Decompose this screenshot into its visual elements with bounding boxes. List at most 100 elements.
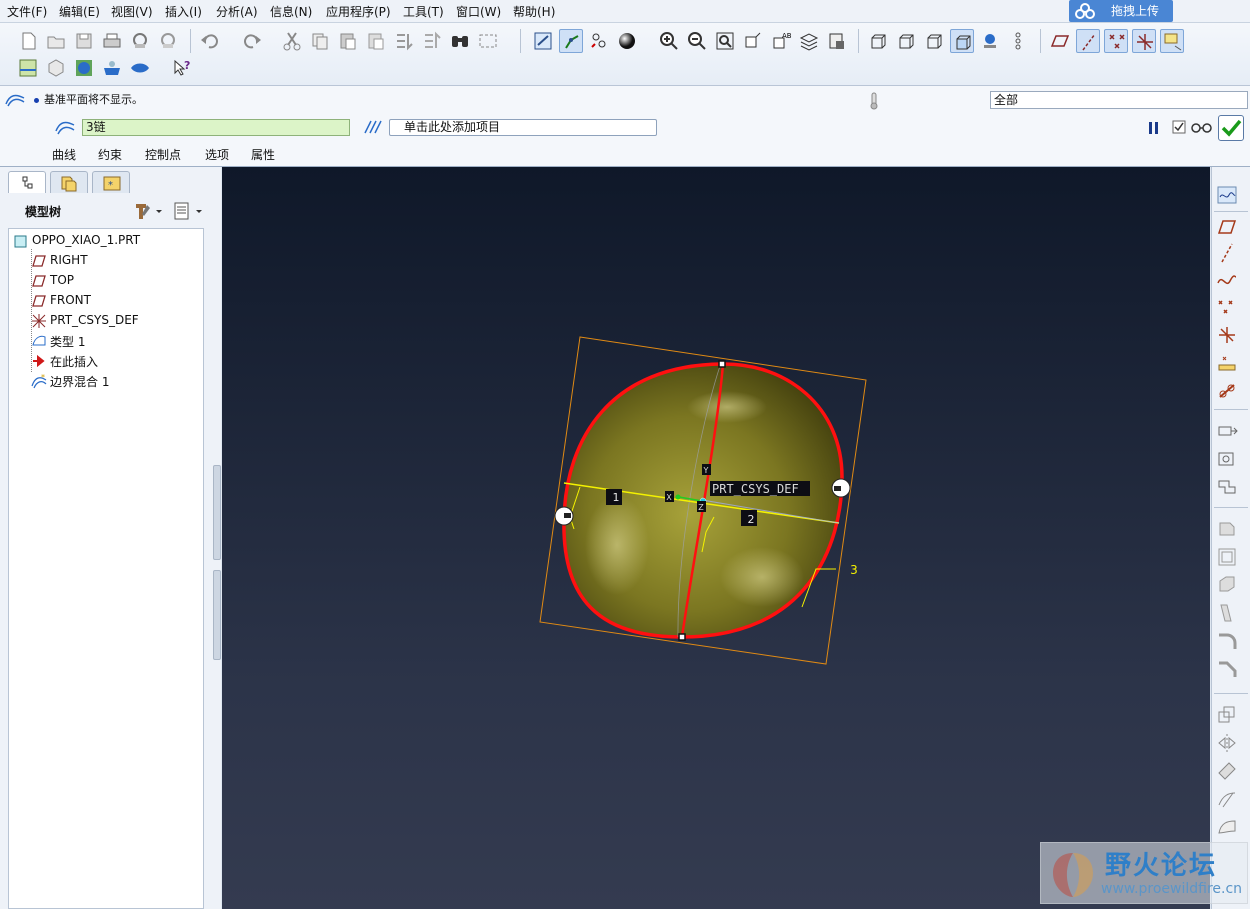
graphics-window[interactable]: 1 2 3 Y X Z PRT_CSYS_DEF: [222, 167, 1210, 909]
sketch-tool-icon[interactable]: [1215, 183, 1239, 207]
tab-options[interactable]: 选项: [205, 146, 229, 163]
redo-icon[interactable]: [240, 29, 264, 53]
new-icon[interactable]: [16, 29, 40, 53]
menu-applications[interactable]: 应用程序(P): [326, 3, 391, 20]
annotation-display-icon[interactable]: [1160, 29, 1184, 53]
orient-view-icon[interactable]: [741, 29, 765, 53]
tab-properties[interactable]: 属性: [251, 146, 275, 163]
hole-tool-icon[interactable]: [1215, 517, 1239, 541]
whats-this-icon[interactable]: ?: [170, 56, 194, 80]
find-icon[interactable]: [448, 29, 472, 53]
print-icon[interactable]: [100, 29, 124, 53]
open-icon[interactable]: [44, 29, 68, 53]
zoom-in-icon[interactable]: [657, 29, 681, 53]
csys-tool-icon[interactable]: [1215, 323, 1239, 347]
ok-button[interactable]: [1218, 115, 1244, 141]
named-views-icon[interactable]: AB: [769, 29, 793, 53]
glasses-icon[interactable]: [1190, 120, 1214, 134]
enhanced-realism-icon[interactable]: [978, 29, 1002, 53]
regenerate2-icon[interactable]: [420, 29, 444, 53]
tab-favorites[interactable]: *: [92, 171, 130, 193]
spin-icon[interactable]: [1006, 29, 1030, 53]
globe-icon[interactable]: [72, 56, 96, 80]
merge-tool-icon[interactable]: [1215, 759, 1239, 783]
axis-tool-icon[interactable]: [1215, 241, 1239, 265]
shading-icon[interactable]: [950, 29, 974, 53]
preview-checkbox[interactable]: [1172, 120, 1186, 134]
tree-settings-icon[interactable]: [132, 201, 164, 221]
revolve-tool-icon[interactable]: [1215, 447, 1239, 471]
tab-control-points[interactable]: 控制点: [145, 146, 181, 163]
tree-columns-icon[interactable]: [172, 201, 204, 221]
point-tool-icon[interactable]: [1215, 295, 1239, 319]
menu-edit[interactable]: 编辑(E): [59, 3, 100, 20]
draft-tool-icon[interactable]: [1215, 601, 1239, 625]
second-direction-collector[interactable]: 单击此处添加项目: [389, 119, 657, 136]
refit-icon[interactable]: [713, 29, 737, 53]
hidden-line-icon[interactable]: [894, 29, 918, 53]
model-tree[interactable]: OPPO_XIAO_1.PRT RIGHT TOP FRONT PRT_CSYS_DEF…: [8, 228, 204, 909]
menu-analysis[interactable]: 分析(A): [216, 3, 258, 20]
rib-tool-icon[interactable]: [1215, 573, 1239, 597]
orient-icon[interactable]: [587, 29, 611, 53]
pot-icon[interactable]: [100, 56, 124, 80]
menu-window[interactable]: 窗口(W): [456, 3, 501, 20]
menu-info[interactable]: 信息(N): [270, 3, 312, 20]
send2-icon[interactable]: [156, 29, 180, 53]
cut-icon[interactable]: [280, 29, 304, 53]
first-direction-collector[interactable]: 3链: [82, 119, 350, 136]
paste-special-icon[interactable]: [364, 29, 388, 53]
copy-icon[interactable]: [308, 29, 332, 53]
upload-button[interactable]: 拖拽上传: [1069, 0, 1173, 22]
csys-display-icon[interactable]: [1132, 29, 1156, 53]
datum-plane-display-icon[interactable]: [1048, 29, 1072, 53]
lips-icon[interactable]: [128, 56, 152, 80]
layers-icon[interactable]: [797, 29, 821, 53]
curve-tool-icon[interactable]: [1215, 267, 1239, 291]
shell-tool-icon[interactable]: [1215, 545, 1239, 569]
tree-node-label: TOP: [50, 273, 75, 287]
menu-help[interactable]: 帮助(H): [513, 3, 555, 20]
selection-filter[interactable]: 全部: [990, 91, 1248, 109]
chamfer-tool-icon[interactable]: [1215, 657, 1239, 681]
zoom-out-icon[interactable]: [685, 29, 709, 53]
point-display-icon[interactable]: [1104, 29, 1128, 53]
panel-splitter-lower[interactable]: [213, 570, 221, 660]
menu-view[interactable]: 视图(V): [111, 3, 153, 20]
model-display-icon[interactable]: [16, 56, 40, 80]
plane-tool-icon[interactable]: [1215, 215, 1239, 239]
tree-node-label: FRONT: [50, 293, 91, 307]
wireframe-icon[interactable]: [866, 29, 890, 53]
panel-splitter[interactable]: [213, 465, 221, 560]
spin-center-icon[interactable]: [559, 29, 583, 53]
paste-icon[interactable]: [336, 29, 360, 53]
round-tool-icon[interactable]: [1215, 629, 1239, 653]
mirror-tool-icon[interactable]: [1215, 731, 1239, 755]
tab-constraints[interactable]: 约束: [98, 146, 122, 163]
trim-tool-icon[interactable]: [1215, 787, 1239, 811]
menu-tools[interactable]: 工具(T): [403, 3, 444, 20]
appearance-icon[interactable]: [825, 29, 849, 53]
sweep-tool-icon[interactable]: [1215, 475, 1239, 499]
analysis-tool-icon[interactable]: [1215, 351, 1239, 375]
extrude-tool-icon[interactable]: [1215, 419, 1239, 443]
tab-model-tree[interactable]: [8, 171, 46, 193]
datum-axis-display-icon[interactable]: [1076, 29, 1100, 53]
regenerate-icon[interactable]: [392, 29, 416, 53]
menu-insert[interactable]: 插入(I): [165, 3, 202, 20]
shade-icon[interactable]: [615, 29, 639, 53]
no-hidden-icon[interactable]: [922, 29, 946, 53]
tab-folder-browser[interactable]: [50, 171, 88, 193]
save-icon[interactable]: [72, 29, 96, 53]
copy-feature-icon[interactable]: [1215, 703, 1239, 727]
repaint-icon[interactable]: [531, 29, 555, 53]
chain-tool-icon[interactable]: [1215, 379, 1239, 403]
pause-icon[interactable]: [1146, 120, 1162, 136]
send-icon[interactable]: [128, 29, 152, 53]
tab-curves[interactable]: 曲线: [52, 146, 76, 163]
sketch-icon[interactable]: [44, 56, 68, 80]
boundary-blend-tool-icon[interactable]: [1215, 815, 1239, 839]
menu-file[interactable]: 文件(F): [7, 3, 47, 20]
select-box-icon[interactable]: [476, 29, 500, 53]
undo-icon[interactable]: [198, 29, 222, 53]
